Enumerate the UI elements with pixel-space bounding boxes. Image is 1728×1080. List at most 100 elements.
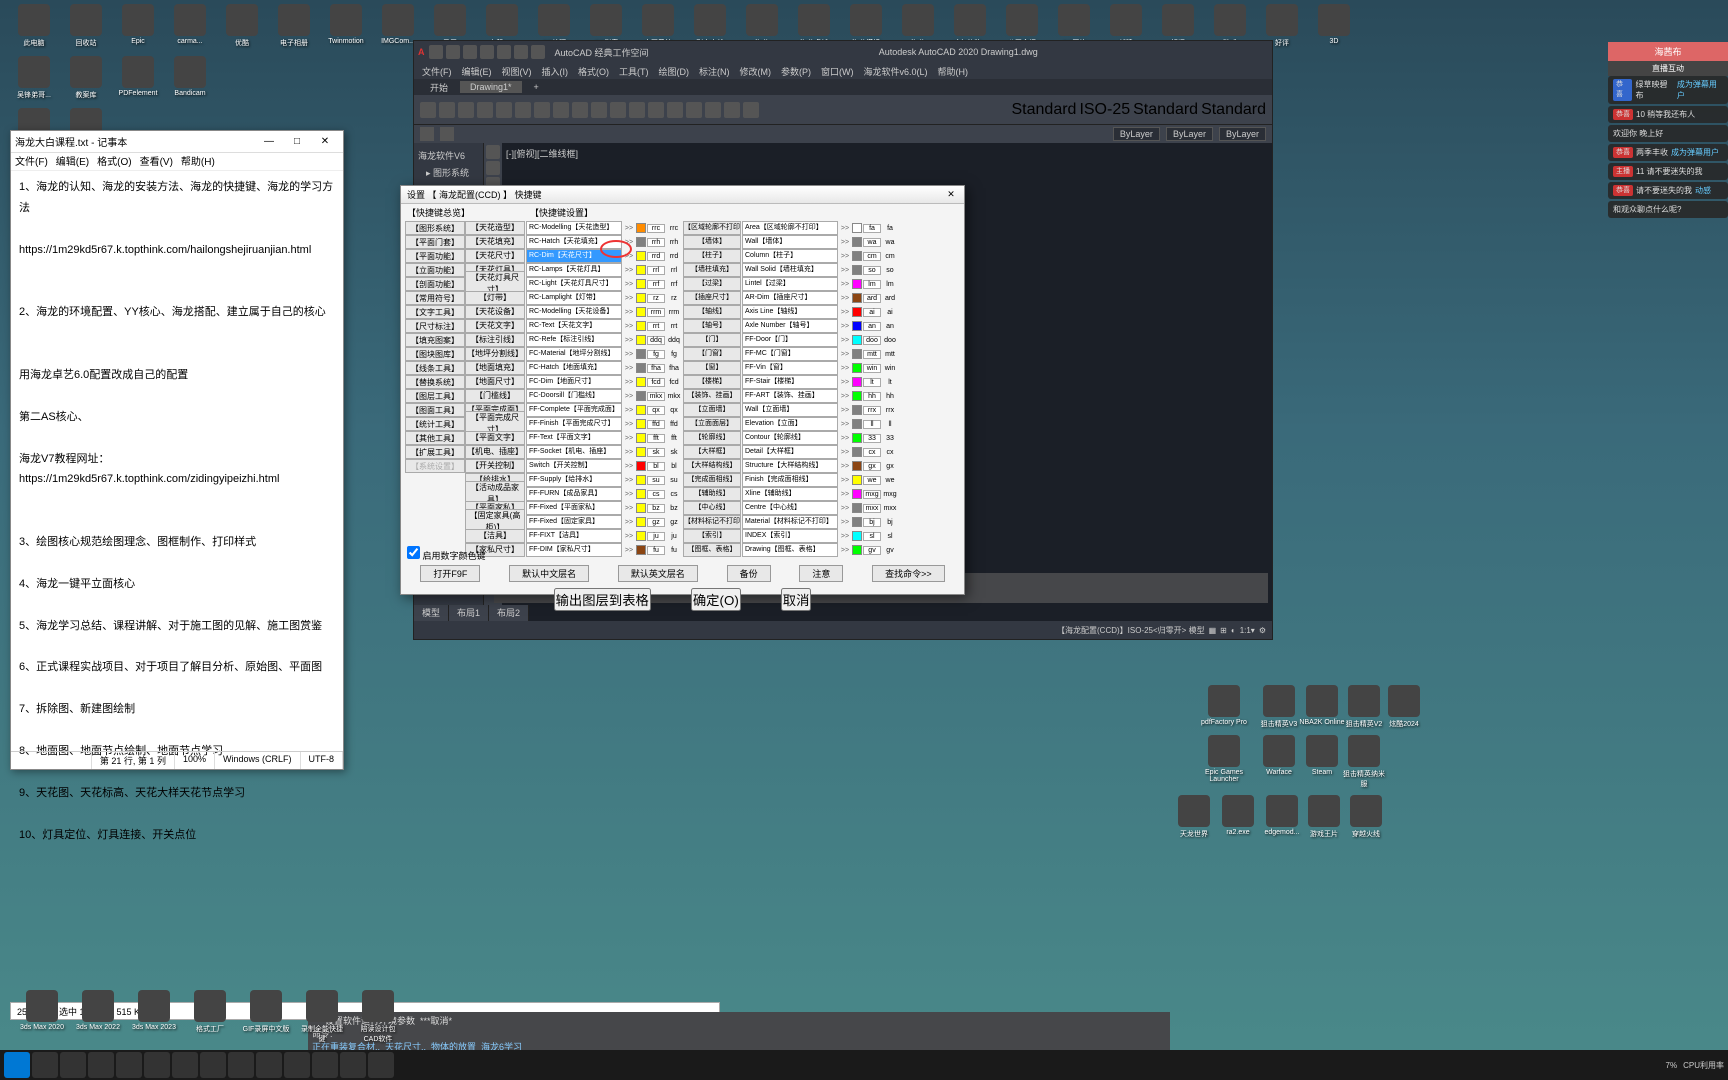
row-label[interactable]: 【平面文字】	[465, 431, 525, 445]
menu-item[interactable]: 帮助(H)	[181, 153, 215, 170]
close-button[interactable]: ✕	[944, 189, 958, 200]
key-field[interactable]: lm	[863, 280, 881, 289]
desktop-icon[interactable]: 回收站	[62, 4, 110, 48]
arrow-icon[interactable]: >>	[623, 407, 635, 414]
color-swatch[interactable]	[636, 251, 646, 261]
row-label[interactable]: 【天花文字】	[465, 319, 525, 333]
command-field[interactable]: Detail【大样框】	[742, 445, 838, 459]
arrow-icon[interactable]: >>	[623, 491, 635, 498]
color-swatch[interactable]	[852, 419, 862, 429]
color-swatch[interactable]	[636, 545, 646, 555]
key-field[interactable]: cx	[863, 448, 881, 457]
taskbar-button[interactable]	[88, 1052, 114, 1078]
taskbar-button[interactable]	[340, 1052, 366, 1078]
key-field[interactable]: bz	[647, 504, 665, 513]
command-field[interactable]: Material【材料标记不打印】	[742, 515, 838, 529]
taskbar-button[interactable]	[228, 1052, 254, 1078]
command-field[interactable]: RC-Lamps【天花灯具】	[526, 263, 622, 277]
doc-tab[interactable]: Drawing1*	[460, 81, 522, 93]
row-label[interactable]: 【材料标记不打印】	[683, 515, 741, 529]
command-field[interactable]: FF-FURN【成品家具】	[526, 487, 622, 501]
key-field[interactable]: cs	[647, 490, 665, 499]
ribbon-button[interactable]	[572, 102, 588, 118]
color-swatch[interactable]	[852, 391, 862, 401]
taskbar-button[interactable]	[60, 1052, 86, 1078]
menu-item[interactable]: 文件(F)	[422, 65, 452, 78]
key-field[interactable]: rrt	[647, 322, 665, 331]
arrow-icon[interactable]: >>	[623, 421, 635, 428]
command-field[interactable]: FF-Door【门】	[742, 333, 838, 347]
arrow-icon[interactable]: >>	[839, 547, 851, 554]
row-label[interactable]: 【地坪分割线】	[465, 347, 525, 361]
color-swatch[interactable]	[636, 349, 646, 359]
category-button[interactable]: 【图面工具】	[405, 403, 465, 417]
row-label[interactable]: 【立面墙】	[683, 403, 741, 417]
arrow-icon[interactable]: >>	[623, 351, 635, 358]
menu-item[interactable]: 编辑(E)	[56, 153, 89, 170]
arrow-icon[interactable]: >>	[839, 337, 851, 344]
command-field[interactable]: Lintel【过梁】	[742, 277, 838, 291]
desktop-icon[interactable]: 游戏王片	[1300, 795, 1348, 839]
color-swatch[interactable]	[852, 363, 862, 373]
desktop-icon[interactable]: 吴锋弟哥...	[10, 56, 58, 100]
command-field[interactable]: RC-Dim【天花尺寸】	[526, 249, 622, 263]
key-field[interactable]: mtt	[863, 350, 881, 359]
ribbon-button[interactable]	[686, 102, 702, 118]
color-swatch[interactable]	[636, 279, 646, 289]
key-field[interactable]: hh	[863, 392, 881, 401]
row-label[interactable]: 【门槛线】	[465, 389, 525, 403]
status-icon[interactable]: ▦	[1209, 626, 1217, 635]
desktop-icon[interactable]: 3ds Max 2020	[18, 990, 66, 1044]
command-field[interactable]: RC-Light【天花灯具尺寸】	[526, 277, 622, 291]
ribbon-button[interactable]	[439, 102, 455, 118]
desktop-icon[interactable]: PDFelement	[114, 56, 162, 97]
color-swatch[interactable]	[636, 223, 646, 233]
command-field[interactable]: FF-Vin【窗】	[742, 361, 838, 375]
taskbar-button[interactable]	[284, 1052, 310, 1078]
row-label[interactable]: 【洁具】	[465, 529, 525, 543]
color-swatch[interactable]	[852, 475, 862, 485]
doc-tab[interactable]: 开始	[420, 80, 458, 95]
arrow-icon[interactable]: >>	[623, 533, 635, 540]
dialog-button[interactable]: 默认英文层名	[618, 565, 698, 582]
key-field[interactable]: so	[863, 266, 881, 275]
category-button[interactable]: 【扩展工具】	[405, 445, 465, 459]
arrow-icon[interactable]: >>	[623, 449, 635, 456]
arrow-icon[interactable]: >>	[839, 323, 851, 330]
key-field[interactable]: gx	[863, 462, 881, 471]
row-label[interactable]: 【机电、插座】	[465, 445, 525, 459]
key-field[interactable]: bj	[863, 518, 881, 527]
key-field[interactable]: rrc	[647, 224, 665, 233]
taskbar-button[interactable]	[200, 1052, 226, 1078]
side-node[interactable]: ▸ 图形系统	[418, 164, 479, 181]
desktop-icon[interactable]: Epic	[114, 4, 162, 45]
minimize-button[interactable]: —	[255, 136, 283, 147]
command-field[interactable]: FF-Complete【平面完成面】	[526, 403, 622, 417]
color-swatch[interactable]	[636, 265, 646, 275]
doc-tab[interactable]: +	[524, 81, 549, 93]
key-field[interactable]: rrm	[647, 308, 665, 317]
color-swatch[interactable]	[852, 405, 862, 415]
desktop-icon[interactable]: 优酷	[218, 4, 266, 48]
menu-item[interactable]: 格式(O)	[97, 153, 131, 170]
ribbon-button[interactable]	[553, 102, 569, 118]
arrow-icon[interactable]: >>	[839, 253, 851, 260]
command-field[interactable]: FC-Material【地坪分割线】	[526, 347, 622, 361]
desktop-icon[interactable]: Warface	[1255, 735, 1303, 776]
color-swatch[interactable]	[852, 223, 862, 233]
category-button[interactable]: 【图层工具】	[405, 389, 465, 403]
color-swatch[interactable]	[852, 321, 862, 331]
key-field[interactable]: ffd	[647, 420, 665, 429]
key-field[interactable]: ai	[863, 308, 881, 317]
status-icon[interactable]: ⚙	[1259, 626, 1266, 635]
arrow-icon[interactable]: >>	[839, 477, 851, 484]
menu-item[interactable]: 帮助(H)	[938, 65, 969, 78]
desktop-icon[interactable]: 狙击精英V3	[1255, 685, 1303, 729]
close-button[interactable]: ✕	[311, 136, 339, 147]
menu-item[interactable]: 标注(N)	[699, 65, 730, 78]
arrow-icon[interactable]: >>	[623, 295, 635, 302]
menu-item[interactable]: 查看(V)	[140, 153, 173, 170]
arrow-icon[interactable]: >>	[839, 463, 851, 470]
layer-select[interactable]: ByLayer	[1166, 127, 1213, 141]
color-swatch[interactable]	[852, 447, 862, 457]
